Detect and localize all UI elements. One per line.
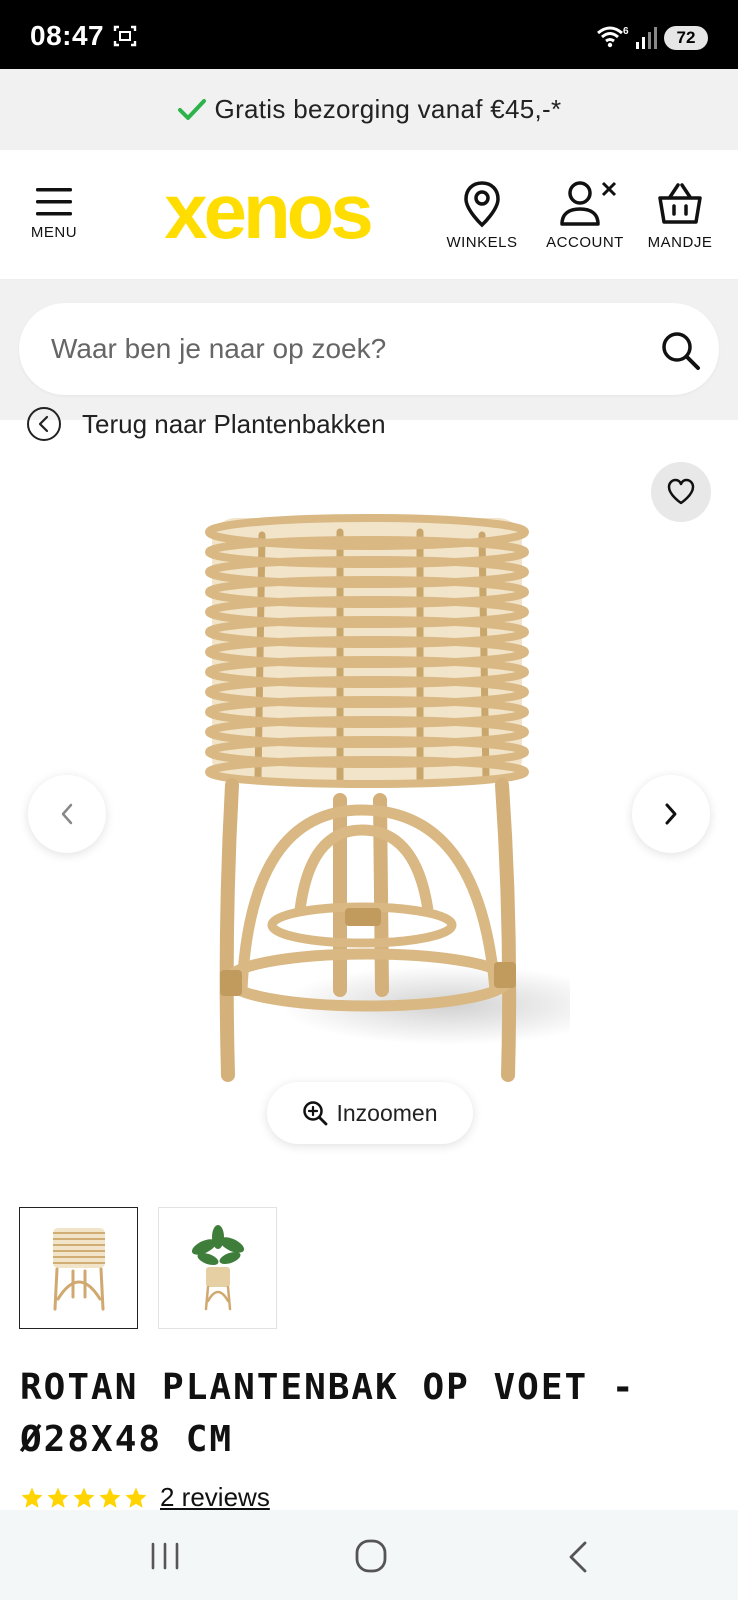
recent-apps-icon[interactable] — [148, 1542, 182, 1570]
star-icon — [125, 1487, 147, 1508]
promo-banner: Gratis bezorging vanaf €45,-* — [0, 69, 738, 150]
thumbnail-1[interactable] — [19, 1207, 138, 1329]
zoom-in-icon — [303, 1101, 328, 1126]
menu-button[interactable]: MENU — [22, 186, 86, 241]
thumbnail-image-basket — [52, 1228, 105, 1311]
account-button[interactable]: ACCOUNT — [537, 180, 633, 251]
cart-label: MANDJE — [647, 234, 713, 251]
stores-button[interactable]: WINKELS — [440, 180, 524, 251]
hamburger-icon — [36, 188, 72, 216]
account-label: ACCOUNT — [546, 234, 624, 251]
star-icon — [21, 1487, 43, 1508]
previous-image-button[interactable] — [28, 775, 106, 853]
back-icon[interactable] — [566, 1540, 590, 1574]
star-icon — [47, 1487, 69, 1508]
basket-icon — [658, 183, 702, 224]
status-bar: 08:47 6 72 — [0, 0, 738, 69]
check-icon — [177, 98, 206, 120]
wifi-icon: 6 — [597, 26, 629, 48]
product-title: ROTAN PLANTENBAK OP VOET - Ø28X48 CM — [20, 1367, 636, 1460]
thumbnail-image-with-plant — [191, 1225, 244, 1311]
product-rating: 2 reviews — [20, 1482, 270, 1513]
svg-text:6: 6 — [623, 26, 629, 37]
next-image-button[interactable] — [632, 775, 710, 853]
thumbnail-2[interactable] — [158, 1207, 277, 1329]
reviews-link[interactable]: 2 reviews — [160, 1482, 270, 1513]
stores-label: WINKELS — [446, 234, 518, 251]
screenshot-icon — [113, 25, 137, 47]
star-icon — [73, 1487, 95, 1508]
home-icon[interactable] — [354, 1538, 388, 1574]
product-image — [205, 514, 570, 1082]
cart-button[interactable]: MANDJE — [642, 180, 718, 251]
search-input[interactable] — [51, 303, 611, 395]
back-link-label: Terug naar Plantenbakken — [82, 408, 386, 439]
search-area — [0, 280, 738, 420]
promo-text: Gratis bezorging vanaf €45,-* — [214, 94, 562, 124]
signal-icon — [636, 27, 657, 49]
search-box[interactable] — [19, 303, 719, 395]
zoom-button[interactable]: Inzoomen — [267, 1082, 473, 1144]
back-link[interactable]: Terug naar Plantenbakken — [26, 406, 386, 442]
heart-icon — [667, 478, 695, 505]
star-icon — [99, 1487, 121, 1508]
battery-indicator: 72 — [664, 26, 708, 50]
chevron-left-circle-icon — [27, 407, 61, 441]
status-time: 08:47 — [30, 20, 105, 51]
zoom-label: Inzoomen — [336, 1099, 438, 1126]
site-header: MENU xenos WINKELS ACCOUNT MANDJE — [0, 150, 738, 280]
menu-label: MENU — [30, 224, 78, 241]
wishlist-button[interactable] — [651, 462, 711, 522]
chevron-right-icon — [665, 803, 677, 825]
chevron-left-icon — [61, 803, 73, 825]
system-navigation-bar — [0, 1510, 738, 1600]
location-pin-icon — [464, 181, 500, 228]
xenos-logo[interactable]: xenos — [135, 178, 400, 250]
user-icon — [560, 181, 617, 226]
star-rating — [20, 1486, 148, 1510]
search-icon[interactable] — [659, 329, 701, 371]
svg-text:xenos: xenos — [164, 178, 371, 250]
